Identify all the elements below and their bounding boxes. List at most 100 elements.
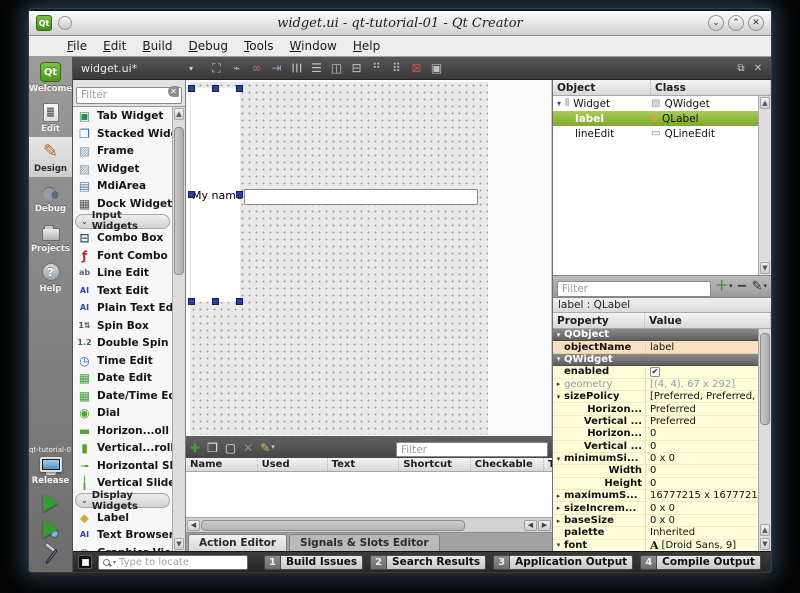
edit-action-icon[interactable]: ✎ ▾: [260, 442, 275, 454]
form-canvas-zone[interactable]: My name is: [186, 80, 552, 436]
object-tree-row[interactable]: ▾ ⫴ Widget ▨ QWidget: [553, 96, 758, 111]
property-row[interactable]: ▾ minimumSi... 0 x 0: [553, 453, 758, 465]
widget-list-item[interactable]: ▤MdiArea: [73, 178, 172, 196]
bottom-tab[interactable]: Action Editor: [188, 534, 287, 551]
property-row[interactable]: Height 0: [553, 478, 758, 490]
float-pane-icon[interactable]: ⧉: [733, 60, 749, 76]
column-header[interactable]: Name: [186, 458, 258, 471]
selection-handle[interactable]: [236, 85, 243, 92]
scroll-thumb[interactable]: [174, 127, 184, 275]
property-row[interactable]: ▸ baseSize 0 x 0: [553, 515, 758, 527]
expander-icon[interactable]: ▾: [553, 99, 565, 108]
selection-handle[interactable]: [236, 191, 243, 198]
scroll-up-icon[interactable]: ▲: [760, 97, 770, 109]
qlabel-widget[interactable]: My name is: [191, 88, 240, 302]
scroll-down-icon[interactable]: ▼: [760, 262, 770, 274]
widget-list-item[interactable]: ⌄Input Widgets: [75, 214, 170, 229]
widget-filter-input[interactable]: [76, 87, 182, 104]
property-row[interactable]: ▾ QObject: [553, 329, 758, 341]
scroll-down-icon[interactable]: ▼: [760, 538, 770, 550]
property-row[interactable]: Horizon... 0: [553, 428, 758, 440]
selection-handle[interactable]: [188, 191, 195, 198]
scroll-left-icon[interactable]: ◀: [524, 520, 537, 531]
edit-buddies-icon[interactable]: ∞: [247, 59, 266, 78]
widget-list-item[interactable]: ⊟Combo Box: [73, 230, 172, 248]
scroll-up-icon[interactable]: ▲: [174, 108, 184, 120]
menu-item[interactable]: File: [59, 37, 95, 55]
output-pane-button[interactable]: 2 Search Results: [370, 555, 486, 570]
menu-item[interactable]: Debug: [180, 37, 235, 55]
debug-run-button[interactable]: [29, 516, 72, 542]
selection-handle[interactable]: [188, 85, 195, 92]
output-pane-button[interactable]: 3 Application Output: [493, 555, 633, 570]
configure-property-editor-button[interactable]: ✎ ▾: [752, 280, 767, 293]
widget-list-item[interactable]: ⌄Display Widgets: [75, 493, 170, 508]
clear-filter-icon[interactable]: ✕: [168, 86, 179, 97]
action-table-hscrollbar[interactable]: ◀ ◀ ▶: [186, 517, 552, 532]
property-row[interactable]: enabled ✔: [553, 366, 758, 378]
mode-item[interactable]: ✎ Design: [29, 137, 72, 177]
property-editor-scrollbar[interactable]: ▲ ▼: [758, 329, 771, 551]
property-row[interactable]: ▾ QWidget: [553, 354, 758, 366]
widget-list-item[interactable]: abLine Edit: [73, 265, 172, 283]
widget-list-item[interactable]: ▦Date Edit: [73, 370, 172, 388]
menu-item[interactable]: Edit: [95, 37, 134, 55]
widget-list-item[interactable]: ❐Stacked Widget: [73, 125, 172, 143]
layout-grid-icon[interactable]: ⠿: [387, 59, 406, 78]
layout-split-horizontal-icon[interactable]: ◫: [327, 59, 346, 78]
property-row[interactable]: Vertical ... Preferred: [553, 416, 758, 428]
bottom-tab[interactable]: Signals & Slots Editor: [289, 534, 440, 551]
column-header[interactable]: Used: [258, 458, 328, 471]
property-row[interactable]: palette Inherited: [553, 527, 758, 539]
paste-action-icon[interactable]: ▢: [225, 442, 236, 454]
widget-list-item[interactable]: 1⇅Spin Box: [73, 317, 172, 335]
widget-list-item[interactable]: 1.2Double Spin Box: [73, 335, 172, 353]
mode-item[interactable]: Debug: [29, 177, 72, 217]
widget-list-item[interactable]: ⬥Label: [73, 509, 172, 527]
widget-list-item[interactable]: ◍Graphics View: [73, 544, 172, 551]
expander-icon[interactable]: ▾: [553, 331, 564, 339]
add-dynamic-property-button[interactable]: ＋ ▾: [715, 280, 733, 293]
object-inspector-scrollbar[interactable]: ▲ ▼: [758, 96, 771, 275]
scroll-thumb[interactable]: [760, 333, 770, 425]
build-button[interactable]: [41, 544, 61, 566]
mode-item[interactable]: Qt Welcome: [29, 57, 72, 97]
layout-vertically-icon[interactable]: ☰: [307, 59, 326, 78]
output-pane-button[interactable]: 4 Compile Output: [640, 555, 761, 570]
open-document-selector[interactable]: widget.ui* ▾: [78, 60, 196, 77]
selection-handle[interactable]: [188, 298, 195, 305]
mode-item[interactable]: ? Help: [29, 257, 72, 297]
property-row[interactable]: ▾ sizePolicy [Preferred, Preferred, 0, 0…: [553, 391, 758, 403]
column-header[interactable]: To: [544, 458, 552, 471]
property-row[interactable]: ▸ geometry [(4, 4), 67 x 292]: [553, 379, 758, 391]
property-row[interactable]: Horizon... Preferred: [553, 403, 758, 415]
column-header[interactable]: Text: [328, 458, 400, 471]
break-layout-icon[interactable]: ⊠: [407, 59, 426, 78]
widget-list-item[interactable]: ╼Horizontal Slider: [73, 457, 172, 475]
value-column-header[interactable]: Value: [645, 313, 771, 328]
widget-list-item[interactable]: ◷Time Edit: [73, 352, 172, 370]
layout-horizontally-icon[interactable]: ☰: [287, 59, 306, 78]
property-column-header[interactable]: Property: [553, 313, 645, 328]
layout-form-icon[interactable]: ⠛: [367, 59, 386, 78]
widgetbox-scrollbar[interactable]: ▲ ▼: [172, 107, 185, 552]
titlebar[interactable]: Qt widget.ui - qt-tutorial-01 - Qt Creat…: [29, 9, 771, 36]
window-menu-button[interactable]: [58, 16, 72, 30]
widget-list-item[interactable]: ▮Vertical...roll Bar: [73, 440, 172, 458]
action-table-body[interactable]: [186, 472, 552, 517]
edit-widgets-icon[interactable]: ⛶: [207, 59, 226, 78]
property-row[interactable]: Vertical ... 0: [553, 441, 758, 453]
widget-list-item[interactable]: AIText Edit: [73, 282, 172, 300]
scroll-right-icon[interactable]: ▶: [538, 520, 551, 531]
menu-item[interactable]: Tools: [236, 37, 282, 55]
widget-list-item[interactable]: ▣Tab Widget: [73, 108, 172, 126]
menu-item[interactable]: Build: [134, 37, 180, 55]
property-row[interactable]: ▸ sizeIncrem... 0 x 0: [553, 502, 758, 514]
selection-handle[interactable]: [236, 298, 243, 305]
expander-icon[interactable]: ▾: [553, 393, 564, 401]
object-column-header[interactable]: Object: [553, 80, 651, 95]
expander-icon[interactable]: ▸: [553, 517, 564, 525]
expander-icon[interactable]: ▸: [553, 380, 564, 388]
property-row[interactable]: ▸ maximumS... 16777215 x 16777215: [553, 490, 758, 502]
locator-field[interactable]: ▾ Type to locate: [98, 555, 248, 570]
